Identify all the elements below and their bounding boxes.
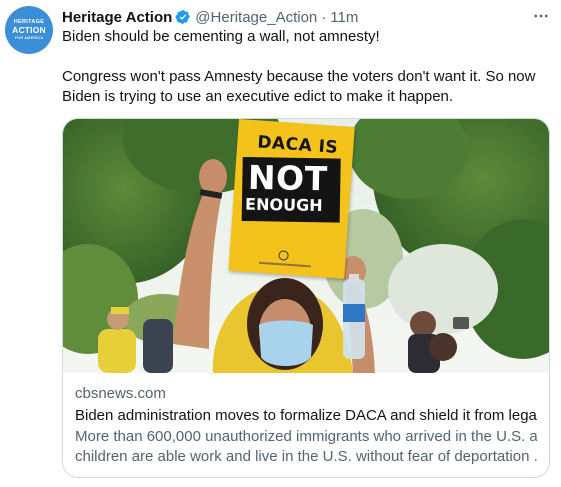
sign-line2: NOT bbox=[247, 157, 329, 199]
avatar-text-line2: ACTION bbox=[12, 25, 46, 36]
avatar-text-line3: FOR AMERICA bbox=[14, 35, 44, 40]
card-title: Biden administration moves to formalize … bbox=[75, 407, 537, 424]
card-photo[interactable]: DACA IS NOT ENOUGH bbox=[63, 119, 549, 373]
card-description-line2: children are able work and live in the U… bbox=[75, 448, 537, 465]
tweet-text: Biden should be cementing a wall, not am… bbox=[62, 27, 550, 107]
card-meta: cbsnews.com Biden administration moves t… bbox=[63, 373, 549, 467]
card-description: More than 600,000 unauthorized immigrant… bbox=[75, 427, 537, 467]
tweet-text-line3: Biden is trying to use an executive edic… bbox=[62, 88, 454, 105]
author-name[interactable]: Heritage Action bbox=[62, 9, 172, 26]
sign-line3: ENOUGH bbox=[244, 194, 323, 216]
tweet-header: Heritage Action @Heritage_Action · 11m bbox=[62, 7, 550, 27]
sign-line1: DACA IS bbox=[256, 132, 339, 158]
tweet-text-line2: Congress won't pass Amnesty because the … bbox=[62, 68, 536, 85]
card-description-line1: More than 600,000 unauthorized immigrant… bbox=[75, 428, 537, 445]
card-domain: cbsnews.com bbox=[75, 385, 166, 402]
tweet-content: Heritage Action @Heritage_Action · 11m B… bbox=[62, 6, 552, 478]
more-horizontal-icon[interactable] bbox=[530, 6, 552, 26]
tweet[interactable]: HERITAGE ACTION FOR AMERICA Heritage Act… bbox=[0, 0, 561, 487]
protest-sign: DACA IS NOT ENOUGH bbox=[228, 119, 355, 279]
tweet-timestamp[interactable]: 11m bbox=[330, 9, 358, 26]
verified-badge-icon bbox=[175, 9, 191, 25]
link-card[interactable]: DACA IS NOT ENOUGH cbsnews.com Biden adm… bbox=[62, 118, 550, 478]
separator-dot: · bbox=[321, 8, 327, 26]
author-handle[interactable]: @Heritage_Action bbox=[195, 9, 317, 26]
avatar[interactable]: HERITAGE ACTION FOR AMERICA bbox=[5, 6, 53, 54]
tweet-text-line1: Biden should be cementing a wall, not am… bbox=[62, 28, 380, 45]
